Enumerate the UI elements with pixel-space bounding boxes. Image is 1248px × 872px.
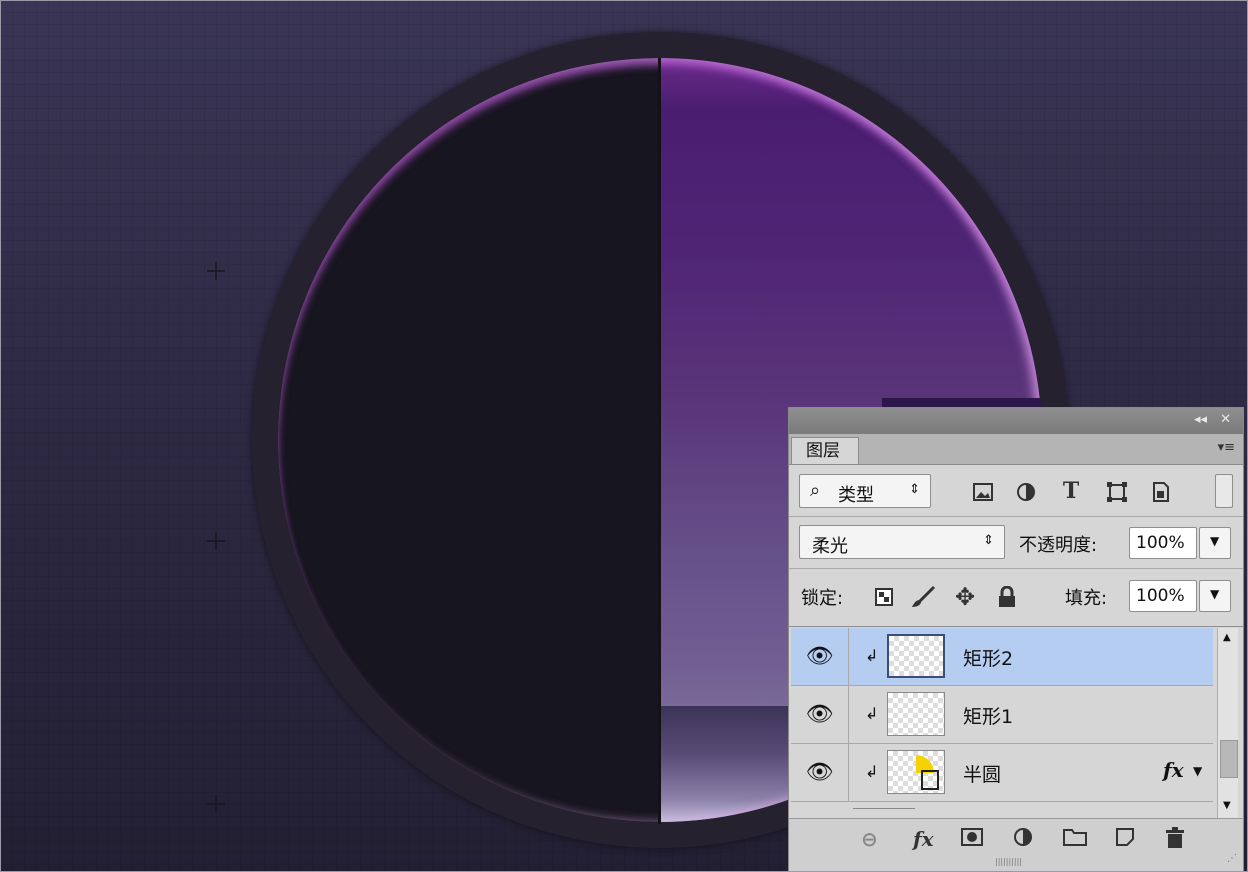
adjustment-icon[interactable] [1014,480,1038,504]
fill-value: 100% [1136,586,1185,606]
layer-name: 半圆 [963,764,1002,786]
center-divider [658,58,661,824]
new-layer-icon[interactable] [1115,827,1135,852]
fill-label: 填充: [1065,588,1108,609]
blend-mode-select[interactable]: 柔光 ⇕ [799,525,1005,559]
panel-menu-icon[interactable]: ▾≡ [1218,440,1235,455]
dark-half [278,58,660,822]
lock-icon[interactable] [995,584,1019,610]
layer-name: 矩形1 [963,706,1014,728]
layer-row[interactable]: 👁 ↲ 矩形1 [791,686,1213,744]
fx-icon[interactable]: fx [1163,758,1184,782]
tab-row: 图层 ▾≡ [789,434,1243,465]
eye-icon[interactable]: 👁 [791,686,849,743]
chevron-down-icon[interactable]: ▼ [1193,764,1202,778]
layers-panel: ◂◂ ✕ 图层 ▾≡ ⌕ 类型 ⇕ T 柔光 ⇕ 不透明度: 100% ▼ 锁定… [788,407,1244,872]
fill-input[interactable]: 100% [1129,580,1197,612]
separator [789,516,1243,517]
filter-kind-select[interactable]: ⌕ 类型 ⇕ [799,474,931,508]
scroll-up-icon[interactable]: ▲ [1223,632,1231,643]
tab-layers[interactable]: 图层 [791,437,859,464]
layer-row[interactable]: 👁 ↲ 半圆 fx ▼ [791,744,1213,802]
lock-transparent-icon[interactable] [873,586,895,608]
clip-arrow-icon: ↲ [865,646,879,665]
grid-cross-mark [207,795,225,813]
move-icon[interactable]: ✥ [951,583,979,611]
opacity-value: 100% [1136,533,1185,553]
updown-icon: ⇕ [909,482,920,497]
search-icon: ⌕ [810,480,821,501]
layer-thumbnail [887,750,945,794]
scrollbar-thumb[interactable] [1220,740,1238,778]
chevron-down-icon: ▼ [1210,587,1220,601]
lock-label: 锁定: [801,588,844,609]
layer-name: 矩形2 [963,648,1014,670]
layer-thumbnail [887,692,945,736]
brush-icon[interactable] [909,584,937,610]
filter-toggle[interactable] [1215,474,1233,508]
partial-layer-thumb [853,808,915,809]
layers-scrollbar[interactable]: ▲ ▼ [1217,628,1238,820]
eye-icon[interactable]: 👁 [791,628,849,685]
eye-icon[interactable]: 👁 [791,744,849,801]
fill-dropdown-button[interactable]: ▼ [1199,580,1231,612]
layer-row[interactable]: 👁 ↲ 矩形2 [791,628,1213,686]
grid-cross-mark [207,262,225,280]
separator [789,568,1243,569]
opacity-input[interactable]: 100% [1129,527,1197,559]
scroll-down-icon[interactable]: ▼ [1223,800,1231,811]
folder-icon[interactable] [1063,827,1087,852]
grid-cross-mark [207,532,225,550]
chevron-down-icon: ▼ [1210,534,1220,548]
fx-icon[interactable]: fx [913,827,934,851]
panel-titlebar[interactable]: ◂◂ ✕ [789,408,1243,434]
image-icon[interactable] [971,480,995,504]
mask-icon[interactable] [961,827,983,852]
close-icon[interactable]: ✕ [1220,412,1231,427]
link-icon[interactable]: ⊖ [861,827,878,851]
filter-kind-label: 类型 [838,485,874,506]
resize-corner-icon[interactable]: ⋰ [1227,853,1237,864]
opacity-dropdown-button[interactable]: ▼ [1199,527,1231,559]
resize-grip[interactable]: |||||||||| [995,857,1022,866]
clip-arrow-icon: ↲ [865,704,879,723]
separator [789,626,1243,627]
updown-icon: ⇕ [983,533,994,548]
smart-object-icon[interactable] [1149,480,1173,504]
layer-thumbnail [887,634,945,678]
panel-bottom-toolbar: ⊖ fx |||||||||| ⋰ [789,818,1243,871]
trash-icon[interactable] [1165,827,1185,854]
clip-arrow-icon: ↲ [865,762,879,781]
opacity-label: 不透明度: [1019,535,1098,556]
adjustment-layer-icon[interactable] [1013,827,1035,854]
shape-icon[interactable] [1105,480,1129,504]
collapse-icon[interactable]: ◂◂ [1194,412,1207,427]
type-icon[interactable]: T [1059,478,1083,504]
blend-mode-value: 柔光 [812,536,848,557]
